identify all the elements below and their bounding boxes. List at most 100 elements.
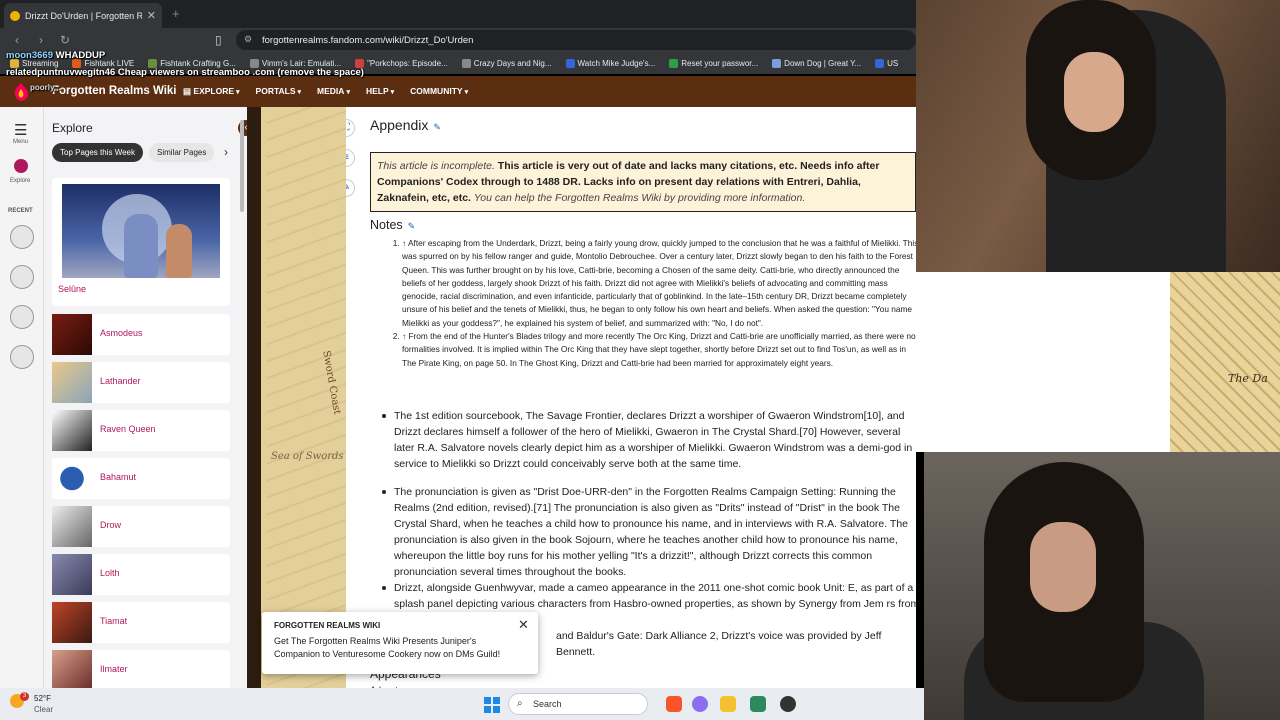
bookmark-label: "Porkchops: Episode...	[367, 58, 448, 68]
edit-section-icon[interactable]: ✎	[408, 221, 416, 231]
explore-title: Explore	[52, 121, 93, 135]
copilot-icon[interactable]	[692, 696, 708, 712]
thumbnail	[52, 554, 92, 595]
list-item-label: Lathander	[100, 376, 141, 386]
thumbnail	[52, 458, 92, 499]
file-explorer-icon[interactable]	[720, 696, 736, 712]
site-info-icon[interactable]: ⚙	[244, 34, 252, 45]
recent-page-icon[interactable]	[10, 225, 34, 249]
nav-help[interactable]: HELP ▾	[366, 86, 394, 97]
tab-strip: Drizzt Do'Urden | Forgotten Realms ✕ +	[0, 0, 916, 28]
wiki-name[interactable]: Forgotten Realms Wiki	[52, 85, 177, 97]
expand-icon[interactable]: ⛶	[346, 119, 355, 137]
list-item[interactable]: Lolth	[52, 554, 230, 595]
popup-body[interactable]: Get The Forgotten Realms Wiki Presents J…	[274, 635, 524, 661]
list-item-label: Bahamut	[100, 472, 137, 482]
windows-start-icon[interactable]	[484, 697, 500, 713]
browser-tab[interactable]: Drizzt Do'Urden | Forgotten Realms ✕	[4, 3, 162, 28]
thumbnail	[52, 650, 92, 691]
bookmark-item[interactable]: Crazy Days and Nig...	[461, 58, 552, 68]
bookmark-item[interactable]: "Porkchops: Episode...	[355, 58, 448, 68]
bookmark-item[interactable]: Reset your passwor...	[669, 58, 759, 68]
bookmark-item[interactable]: Down Dog | Great Y...	[772, 58, 861, 68]
bookmark-label: Watch Mike Judge's...	[577, 58, 656, 68]
list-item[interactable]: Bahamut	[52, 458, 230, 499]
bookmark-label: Reset your passwor...	[681, 58, 759, 68]
back-icon[interactable]: ‹	[10, 33, 24, 47]
tab-title: Drizzt Do'Urden | Forgotten Realms	[25, 10, 142, 21]
bookmark-label: Crazy Days and Nig...	[473, 58, 552, 68]
explore-panel: Explore ‹ Top Pages this Week Similar Pa…	[44, 107, 254, 720]
explore-icon[interactable]	[14, 159, 28, 173]
bookmark-page-icon[interactable]: ▯	[215, 33, 222, 47]
brave-browser-icon[interactable]	[666, 696, 682, 712]
recent-page-icon[interactable]	[10, 265, 34, 289]
search-placeholder: Search	[533, 699, 562, 709]
taskbar: 3 52°F Clear ⌕ Search	[0, 688, 924, 720]
chevron-down-icon: ▾	[297, 89, 302, 96]
chevron-right-icon[interactable]: ›	[224, 145, 228, 159]
temperature: 52°F	[34, 694, 51, 703]
explore-scrollbar[interactable]	[240, 120, 244, 212]
edit-pencil-icon[interactable]: ✎	[346, 179, 355, 197]
featured-page-card[interactable]: Selûne	[52, 178, 230, 306]
notification-badge: 3	[20, 692, 29, 701]
map-edge	[247, 107, 261, 720]
recent-page-icon[interactable]	[10, 345, 34, 369]
nav-portals[interactable]: PORTALS ▾	[256, 86, 302, 97]
figure-shape	[124, 214, 158, 278]
face-shape	[1030, 522, 1096, 612]
nav-explore[interactable]: ▤ EXPLORE ▾	[183, 86, 240, 97]
chat-line: poorly...	[30, 83, 61, 92]
tab-similar-pages[interactable]: Similar Pages	[149, 143, 215, 162]
new-tab-icon[interactable]: +	[172, 6, 180, 21]
thumbnail	[52, 602, 92, 643]
obs-icon[interactable]	[780, 696, 796, 712]
nav-media[interactable]: MEDIA ▾	[317, 86, 350, 97]
chat-message: WHADDUP	[55, 50, 106, 61]
recent-page-icon[interactable]	[10, 305, 34, 329]
list-item-label: Drow	[100, 520, 122, 530]
list-item[interactable]: Lathander	[52, 362, 230, 403]
table-of-contents-icon[interactable]: ≡	[346, 149, 355, 167]
menu-label: Menu	[13, 139, 29, 145]
app-icon[interactable]	[750, 696, 766, 712]
close-icon[interactable]: ✕	[518, 617, 529, 633]
blank-panel	[916, 272, 1170, 452]
note-item: ↑ From the end of the Hunter's Blades tr…	[402, 330, 916, 370]
close-tab-icon[interactable]: ✕	[147, 9, 156, 22]
list-item[interactable]: Tiamat	[52, 602, 230, 643]
explore-label: Explore	[10, 178, 31, 184]
map-thumbnail: The Da	[1170, 272, 1280, 452]
forward-icon[interactable]: ›	[34, 33, 48, 47]
chat-username: relatedpuntnuvwegitn46	[6, 67, 116, 78]
edit-section-icon[interactable]: ✎	[433, 122, 441, 132]
notice-tail: You can help the Forgotten Realms Wiki b…	[473, 192, 806, 204]
webcam-feed-top	[916, 0, 1280, 272]
search-icon: ⌕	[517, 698, 523, 709]
map-label: Sea of Swords	[271, 451, 344, 462]
list-item[interactable]: Drow	[52, 506, 230, 547]
address-bar[interactable]: ⚙ forgottenrealms.fandom.com/wiki/Drizzt…	[236, 30, 916, 50]
bookmark-item[interactable]: US	[875, 58, 898, 68]
list-item[interactable]: Asmodeus	[52, 314, 230, 355]
list-item: The 1st edition sourcebook, The Savage F…	[380, 408, 916, 472]
id-icon	[669, 58, 679, 68]
nav-label: MEDIA	[317, 86, 345, 96]
recent-label: RECENT	[8, 208, 33, 214]
webcam-feed-bottom	[924, 452, 1280, 720]
thumbnail	[52, 410, 92, 451]
left-rail: ☰ Menu Explore RECENT	[0, 107, 44, 720]
hamburger-menu-icon[interactable]: ☰	[14, 121, 27, 139]
reload-icon[interactable]: ↻	[58, 33, 72, 47]
bookmark-item[interactable]: Watch Mike Judge's...	[565, 58, 656, 68]
tab-top-pages[interactable]: Top Pages this Week	[52, 143, 144, 162]
list-item-label: Ilmater	[100, 664, 128, 674]
taskbar-search[interactable]: ⌕ Search	[508, 693, 648, 715]
list-item[interactable]: Raven Queen	[52, 410, 230, 451]
list-item[interactable]: Ilmater	[52, 650, 230, 691]
chevron-down-icon: ▾	[236, 89, 240, 96]
section-heading: Appendix ✎	[370, 117, 441, 133]
nav-community[interactable]: COMMUNITY ▾	[410, 86, 468, 97]
fandom-logo-icon[interactable]	[12, 82, 30, 102]
